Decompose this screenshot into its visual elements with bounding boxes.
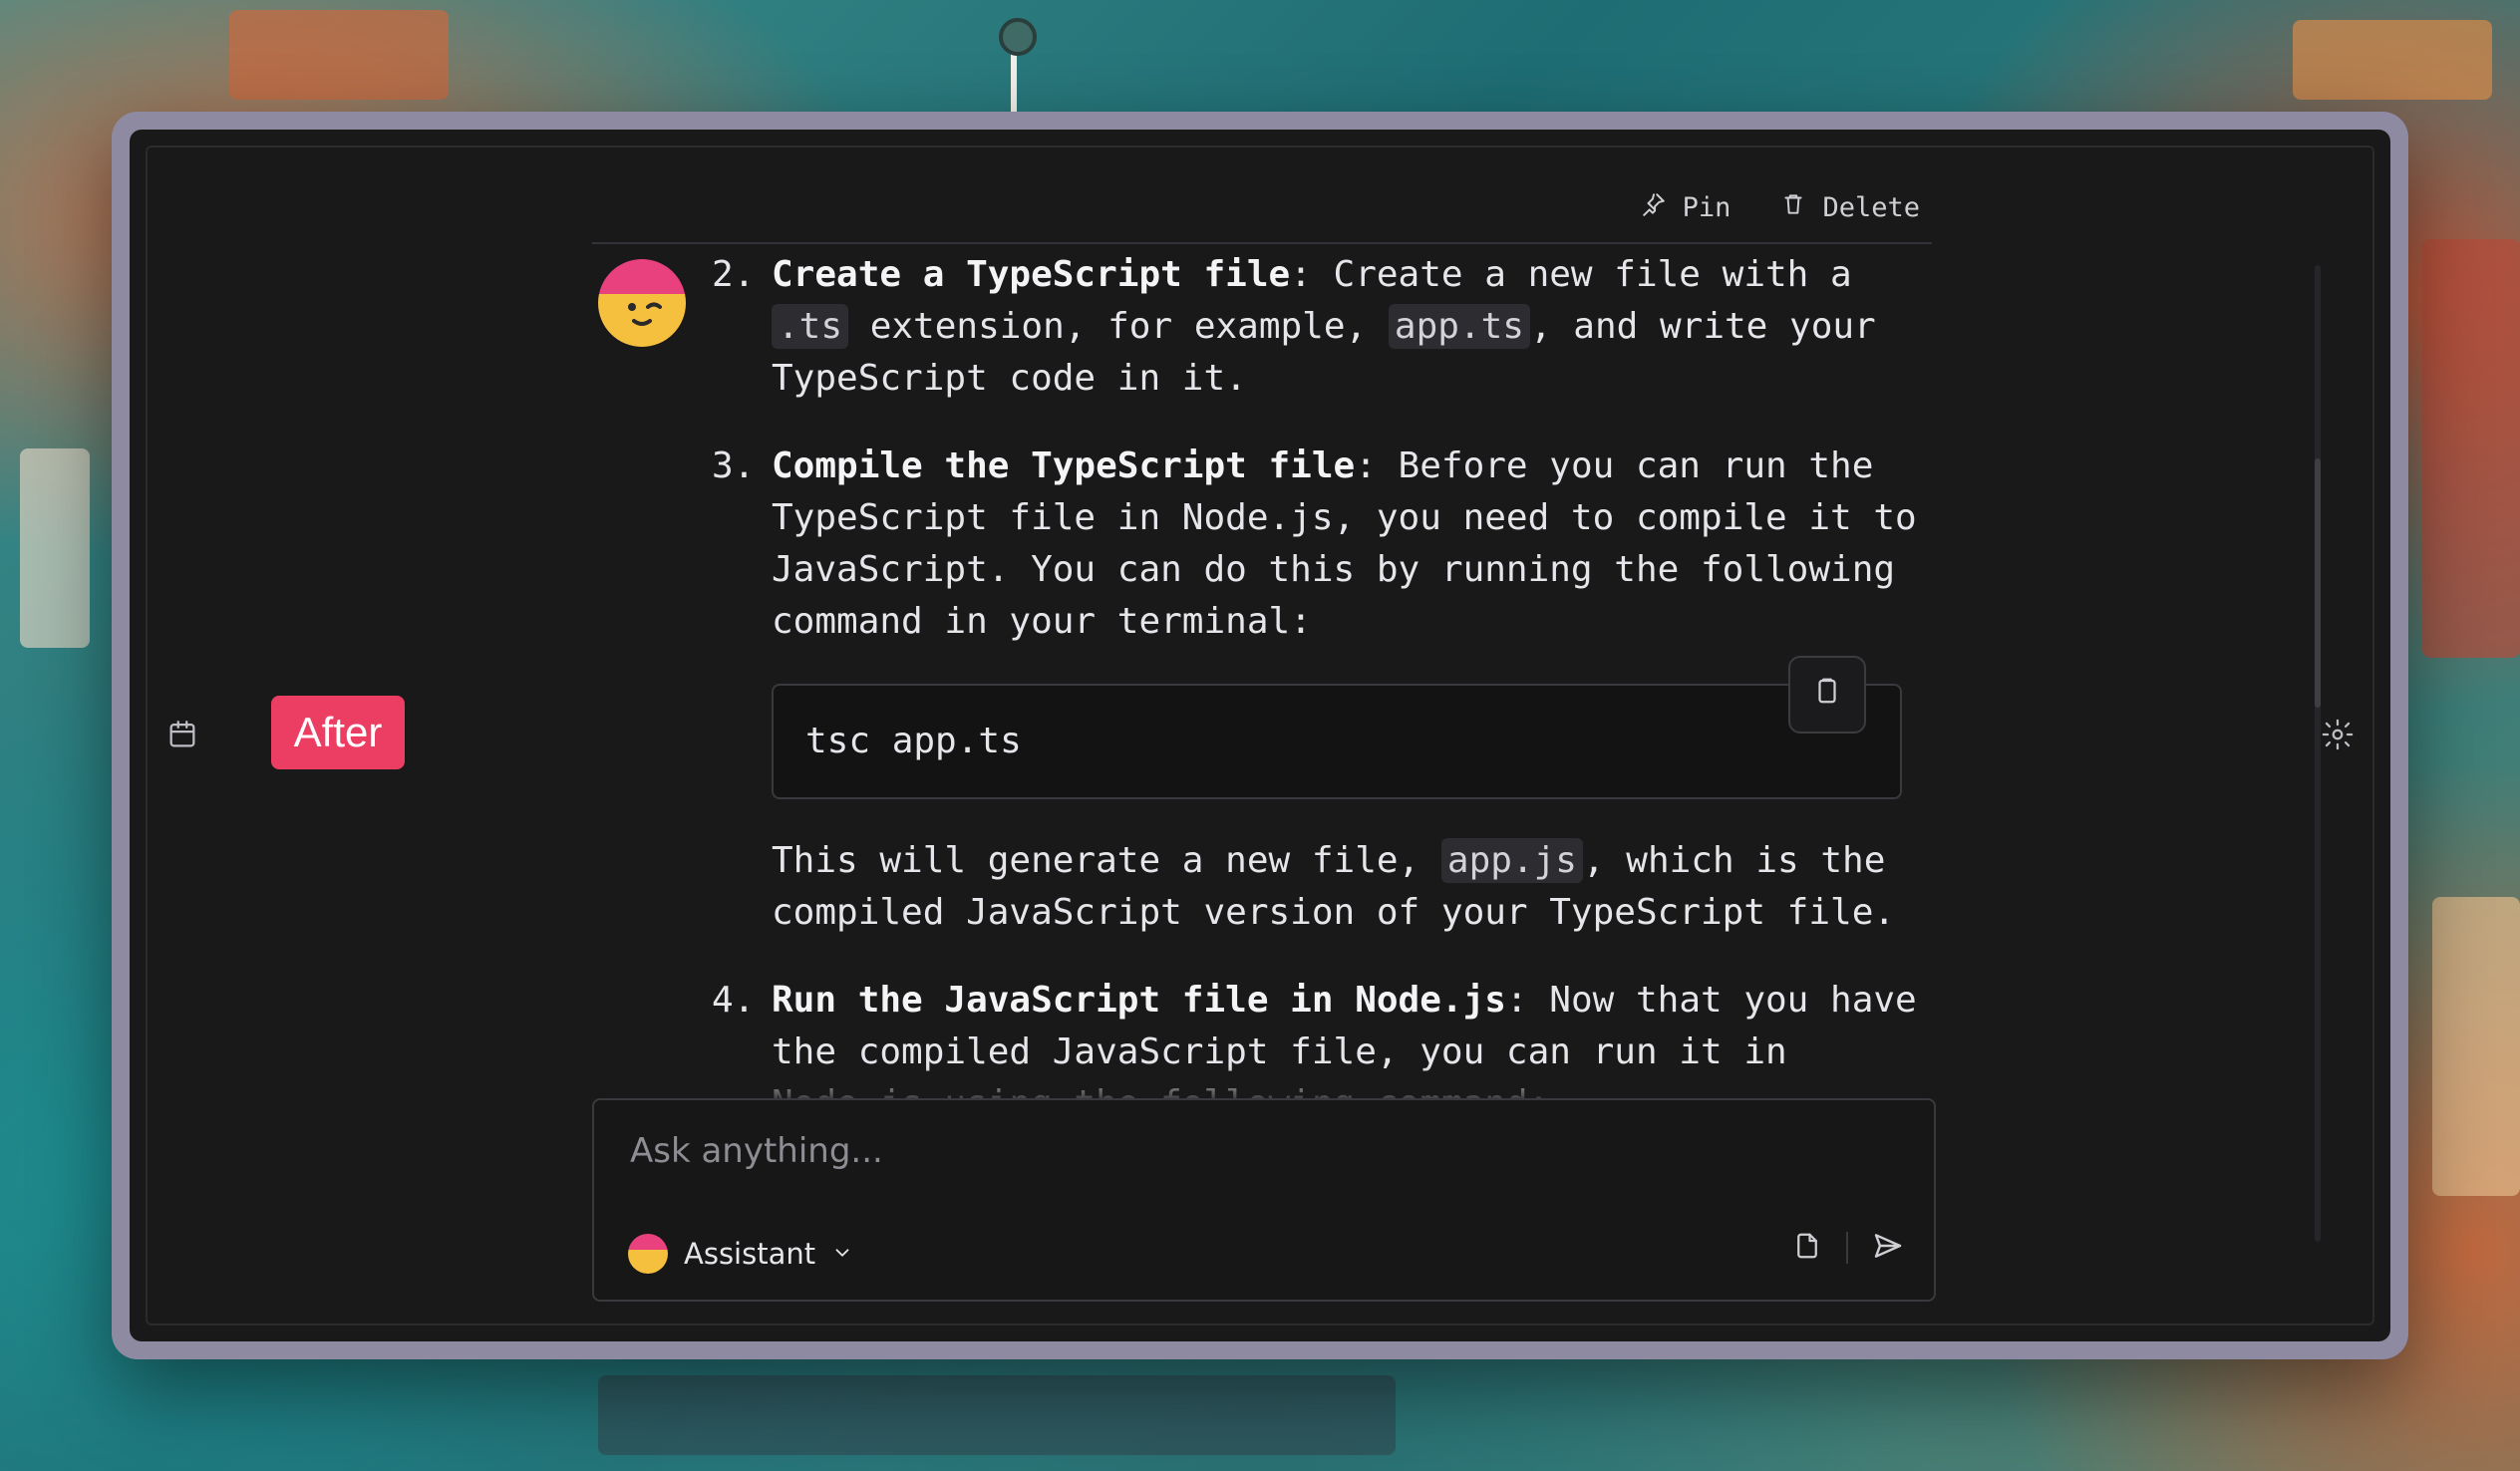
assistant-label: Assistant bbox=[684, 1237, 816, 1271]
bg-pin-stem bbox=[1011, 48, 1017, 112]
app-window: Pin Delete After 2. Create a TypeScript … bbox=[112, 112, 2408, 1359]
attach-file-icon[interactable] bbox=[1792, 1231, 1822, 1265]
bg-house-right-bottom bbox=[2432, 897, 2520, 1196]
bg-pin-knob bbox=[999, 18, 1037, 56]
paragraph: This will generate a new file, app.js, w… bbox=[712, 835, 1932, 939]
message-toolbar: Pin Delete bbox=[1641, 191, 1920, 224]
app-window-inner: Pin Delete After 2. Create a TypeScript … bbox=[130, 130, 2390, 1341]
inline-code: app.ts bbox=[1388, 304, 1530, 349]
chat-input-box: Assistant bbox=[592, 1098, 1936, 1302]
scrollbar-track[interactable] bbox=[2315, 265, 2321, 1242]
bg-roof-left bbox=[229, 10, 449, 100]
code-block-text[interactable]: tsc app.ts bbox=[805, 716, 1022, 767]
list-item-title: Run the JavaScript file in Node.js bbox=[772, 980, 1506, 1021]
list-number: 3. bbox=[712, 445, 756, 486]
pin-button[interactable]: Pin bbox=[1641, 191, 1732, 224]
bg-dock-bottom bbox=[598, 1375, 1396, 1455]
delete-label: Delete bbox=[1822, 192, 1920, 223]
settings-gear-icon[interactable] bbox=[2321, 718, 2355, 755]
paragraph-text: This will generate a new file, bbox=[772, 840, 1441, 881]
bg-boat-left bbox=[20, 448, 90, 648]
delete-button[interactable]: Delete bbox=[1780, 191, 1920, 224]
inline-code: .ts bbox=[772, 304, 849, 349]
copy-code-button[interactable] bbox=[1788, 656, 1866, 734]
list-item-2: 2. Create a TypeScript file: Create a ne… bbox=[712, 249, 1932, 405]
scrollbar-thumb[interactable] bbox=[2315, 458, 2321, 708]
code-block: tsc app.ts bbox=[772, 656, 1902, 799]
actions-separator bbox=[1846, 1232, 1848, 1264]
input-actions bbox=[1792, 1230, 1904, 1266]
assistant-avatar bbox=[598, 259, 686, 347]
list-number: 2. bbox=[712, 254, 756, 295]
list-item-title: Create a TypeScript file bbox=[772, 254, 1291, 295]
chat-input[interactable] bbox=[628, 1122, 1629, 1180]
list-item-text: extension, for example, bbox=[848, 306, 1389, 347]
after-badge: After bbox=[271, 696, 405, 769]
toolbar-divider bbox=[592, 242, 1932, 244]
pin-label: Pin bbox=[1682, 192, 1732, 223]
trash-icon bbox=[1780, 191, 1806, 224]
assistant-selector[interactable]: Assistant bbox=[628, 1234, 853, 1274]
list-number: 4. bbox=[712, 980, 756, 1021]
list-item-text: : Create a new file with a bbox=[1290, 254, 1852, 295]
clipboard-icon bbox=[1812, 669, 1842, 721]
list-item-title: Compile the TypeScript file bbox=[772, 445, 1356, 486]
face-icon bbox=[628, 302, 662, 326]
chevron-down-icon bbox=[831, 1237, 853, 1271]
send-icon[interactable] bbox=[1872, 1230, 1904, 1266]
pin-icon bbox=[1641, 191, 1667, 224]
message-content: 2. Create a TypeScript file: Create a ne… bbox=[712, 249, 1932, 1106]
list-item-3: 3. Compile the TypeScript file: Before y… bbox=[712, 441, 1932, 648]
chat-area: 2. Create a TypeScript file: Create a ne… bbox=[592, 249, 1932, 1106]
assistant-avatar-small bbox=[628, 1234, 668, 1274]
archive-icon[interactable] bbox=[165, 718, 199, 755]
bg-house-right bbox=[2422, 239, 2520, 658]
bg-roof-right bbox=[2293, 20, 2492, 100]
inline-code: app.js bbox=[1440, 838, 1583, 883]
